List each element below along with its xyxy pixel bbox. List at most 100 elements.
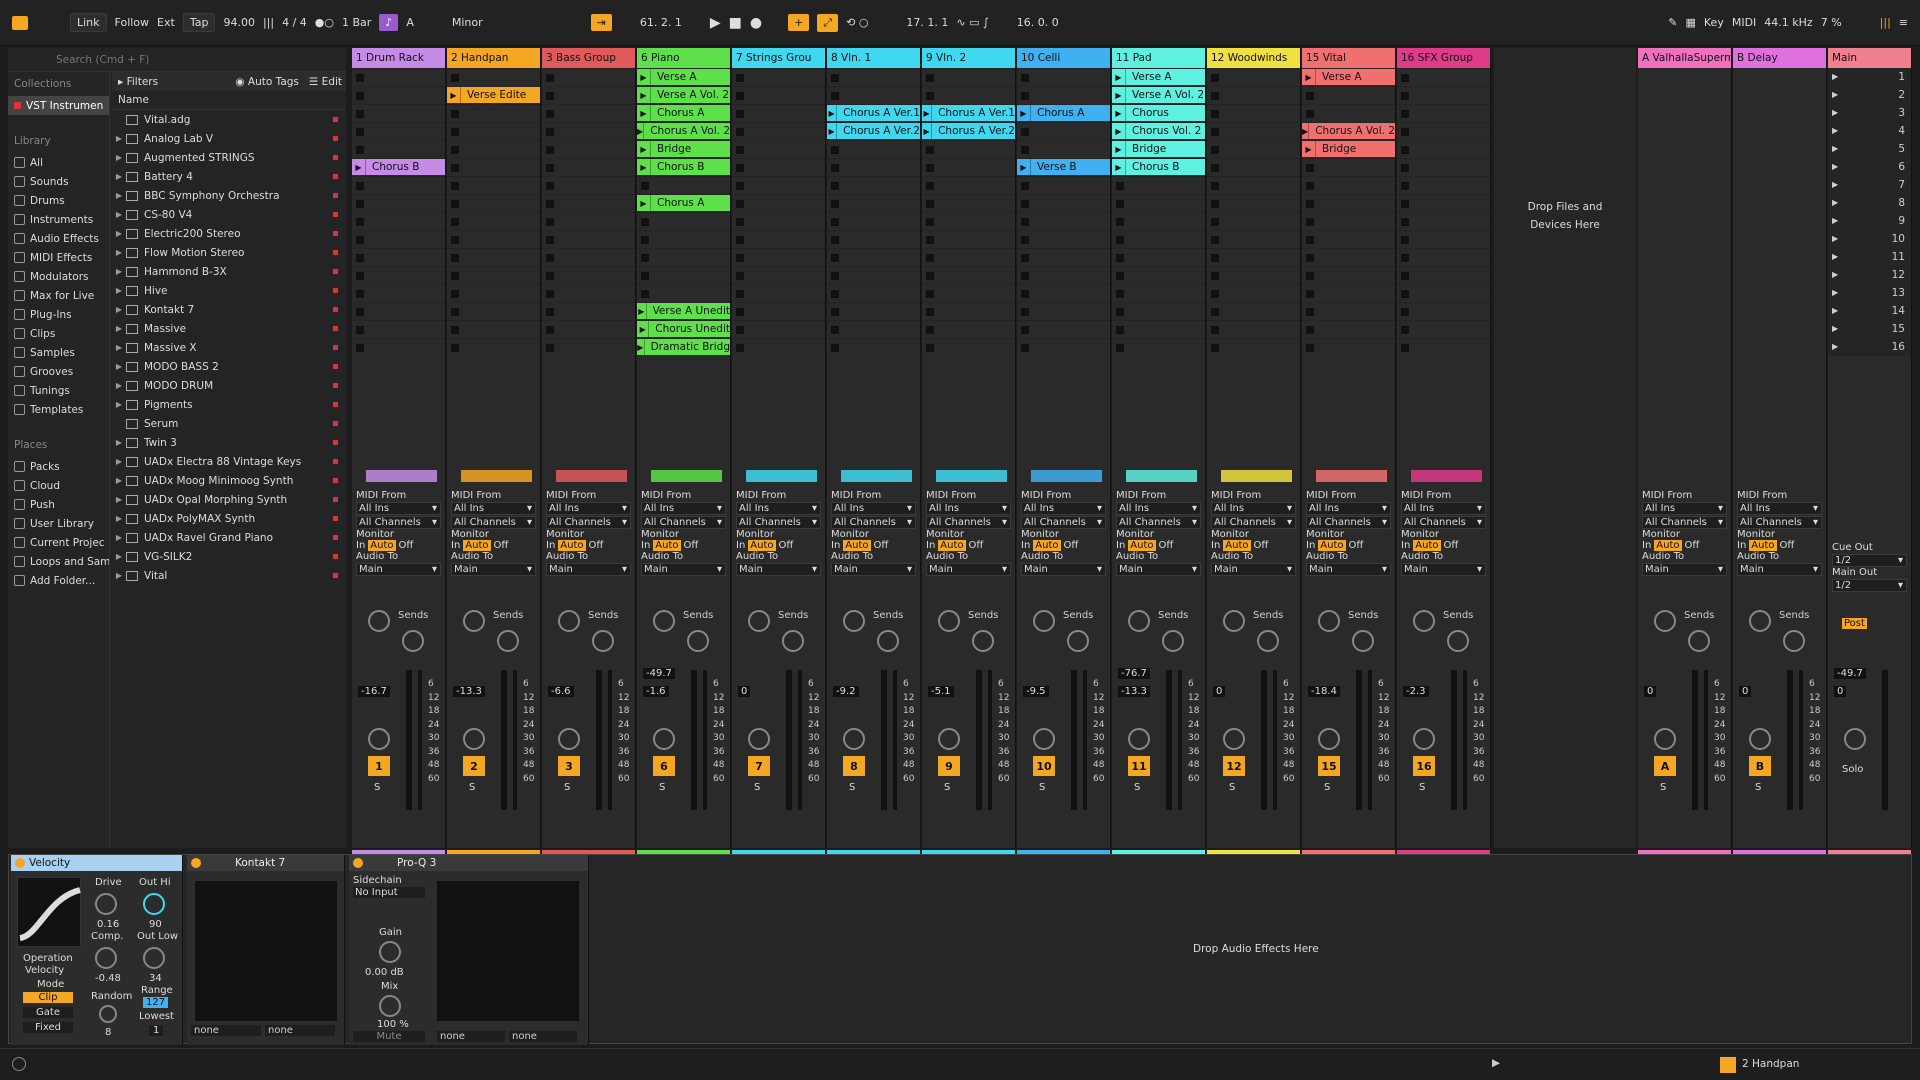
scene-launch[interactable]: ▶ 1: [1828, 68, 1911, 86]
play-icon[interactable]: ▶: [710, 15, 721, 31]
output-select[interactable]: Main ▾: [356, 563, 441, 576]
clip-slot[interactable]: [827, 86, 920, 104]
pan-knob[interactable]: [463, 728, 485, 750]
volume-value[interactable]: -6.6: [548, 686, 574, 697]
clip-stop-icon[interactable]: [546, 326, 554, 334]
clip-stop-icon[interactable]: [356, 92, 364, 100]
menu-icon[interactable]: ≡: [1899, 16, 1908, 29]
track-header[interactable]: 16 SFX Group: [1397, 48, 1490, 68]
expand-icon[interactable]: ▶: [112, 229, 126, 238]
clip-stop-icon[interactable]: [1211, 254, 1219, 262]
clip-stop-icon[interactable]: [831, 254, 839, 262]
expand-icon[interactable]: ▶: [112, 324, 126, 333]
monitor-auto-button[interactable]: Auto: [1318, 540, 1346, 551]
track-activator-button[interactable]: 11: [1128, 756, 1150, 776]
clip-slot[interactable]: [352, 320, 445, 338]
solo-button[interactable]: Solo: [1842, 764, 1863, 775]
clip-slot[interactable]: [732, 284, 825, 302]
file-list-item[interactable]: ▶ Battery 4: [112, 167, 346, 186]
clip-stop-icon[interactable]: [736, 344, 744, 352]
clip-stop-icon[interactable]: [356, 146, 364, 154]
clip-slot[interactable]: [637, 176, 730, 194]
clip-stop-icon[interactable]: [1116, 272, 1124, 280]
clip-stop-icon[interactable]: [1306, 308, 1314, 316]
clip-slot[interactable]: [1397, 158, 1490, 176]
drop-files-area[interactable]: Drop Files and Devices Here: [1494, 48, 1636, 848]
send-b-knob[interactable]: [687, 630, 709, 652]
clip-stop-icon[interactable]: [1306, 110, 1314, 118]
input-channel-select[interactable]: All Channels ▾: [831, 516, 916, 529]
clip-slot[interactable]: [732, 86, 825, 104]
clip-stop-icon[interactable]: [736, 164, 744, 172]
expand-icon[interactable]: ▶: [112, 153, 126, 162]
track-activator-button[interactable]: A: [1654, 756, 1676, 776]
clip-stop-icon[interactable]: [451, 128, 459, 136]
mode-fixed-button[interactable]: Fixed: [23, 1022, 73, 1033]
pan-knob[interactable]: [748, 728, 770, 750]
clip-slot[interactable]: [922, 212, 1015, 230]
clip-stop-icon[interactable]: [546, 146, 554, 154]
clip-slot[interactable]: [447, 284, 540, 302]
clip-slot[interactable]: [732, 338, 825, 356]
clip-slot[interactable]: [922, 176, 1015, 194]
device-on-icon[interactable]: [353, 858, 363, 868]
drive-knob[interactable]: [95, 893, 117, 915]
clip-slot[interactable]: [1017, 338, 1110, 356]
clip-slot[interactable]: [1017, 320, 1110, 338]
clip-stop-icon[interactable]: [356, 200, 364, 208]
range-value[interactable]: 127: [143, 997, 169, 1008]
key-map-button[interactable]: Key: [1704, 16, 1724, 29]
volume-value[interactable]: -13.3: [1118, 686, 1150, 697]
view-toggle-icon[interactable]: [12, 15, 28, 30]
clip-slot[interactable]: [352, 68, 445, 86]
scene-launch[interactable]: ▶ 15: [1828, 320, 1911, 338]
ext-button[interactable]: Ext: [157, 16, 175, 29]
clip-stop-icon[interactable]: [1306, 344, 1314, 352]
clip-slot[interactable]: [922, 68, 1015, 86]
clip-stop-icon[interactable]: [1116, 218, 1124, 226]
clip-stop-icon[interactable]: [1211, 308, 1219, 316]
clip-stop-icon[interactable]: [451, 272, 459, 280]
clip-slot[interactable]: [352, 230, 445, 248]
clip-slot[interactable]: [1017, 212, 1110, 230]
send-a-knob[interactable]: [1128, 610, 1150, 632]
arrangement-follow-icon[interactable]: ⇥: [590, 14, 612, 31]
clip-stop-icon[interactable]: [926, 182, 934, 190]
clip[interactable]: ▶ Chorus A: [637, 195, 730, 211]
library-item[interactable]: Max for Live: [8, 286, 109, 305]
clip-stop-icon[interactable]: [831, 326, 839, 334]
expand-icon[interactable]: ▶: [112, 172, 126, 181]
clip-slot[interactable]: [1397, 194, 1490, 212]
clip-slot[interactable]: [1302, 176, 1395, 194]
clip-stop-icon[interactable]: [451, 74, 459, 82]
input-type-select[interactable]: All Ins ▾: [356, 502, 441, 515]
file-list-item[interactable]: ▶ Flow Motion Stereo: [112, 243, 346, 262]
pan-knob[interactable]: [1033, 728, 1055, 750]
clip-stop-icon[interactable]: [356, 272, 364, 280]
clip-play-icon[interactable]: ▶: [637, 105, 651, 121]
link-button[interactable]: Link: [70, 13, 107, 32]
clip-play-icon[interactable]: ▶: [1302, 141, 1316, 157]
clip-slot[interactable]: [922, 248, 1015, 266]
clip-stop-icon[interactable]: [926, 200, 934, 208]
clip-stop-icon[interactable]: [736, 326, 744, 334]
clip-slot[interactable]: [922, 158, 1015, 176]
file-list-item[interactable]: ▶ VG-SILK2: [112, 547, 346, 566]
loop-start-field[interactable]: 17. 1. 1: [906, 16, 948, 29]
clip-stop-icon[interactable]: [1021, 308, 1029, 316]
clip-play-icon[interactable]: ▶: [637, 159, 651, 175]
clip[interactable]: ▶ Chorus B: [352, 159, 445, 175]
clip-stop-icon[interactable]: [1401, 164, 1409, 172]
volume-value[interactable]: 0: [738, 686, 751, 697]
clip-play-icon[interactable]: ▶: [637, 87, 651, 103]
clip[interactable]: ▶ Verse A: [1302, 69, 1395, 85]
clip-stop-icon[interactable]: [736, 290, 744, 298]
solo-button[interactable]: S: [1229, 782, 1235, 793]
input-channel-select[interactable]: All Channels ▾: [546, 516, 631, 529]
clip-slot[interactable]: [1302, 194, 1395, 212]
clip-slot[interactable]: [1207, 212, 1300, 230]
clip-play-icon[interactable]: ▶: [922, 105, 933, 121]
clip-slot[interactable]: [542, 104, 635, 122]
clip-slot[interactable]: [1397, 320, 1490, 338]
clip-slot[interactable]: [542, 302, 635, 320]
